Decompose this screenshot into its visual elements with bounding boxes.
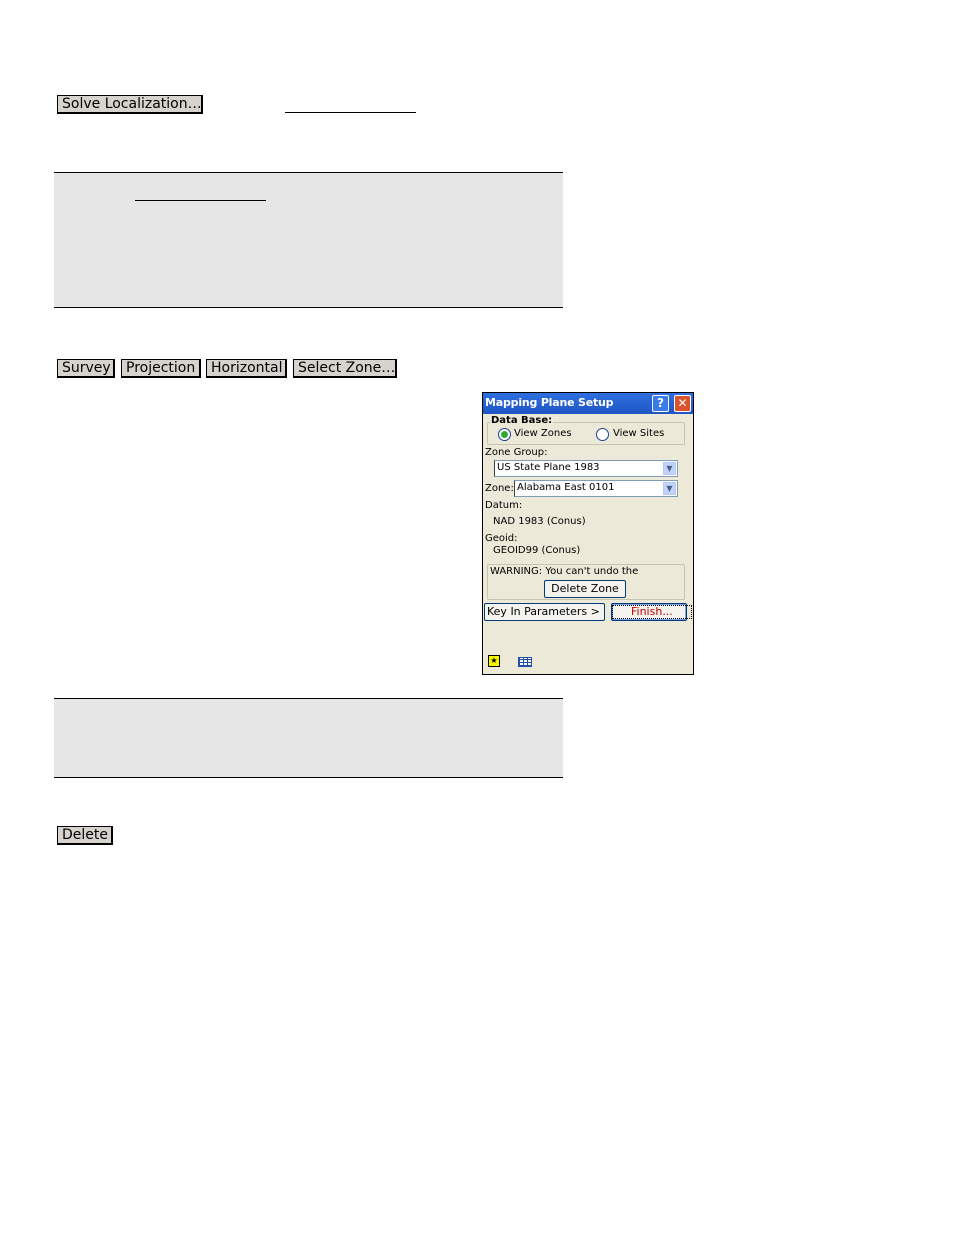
projection-button[interactable]: Projection: [121, 359, 201, 378]
view-zones-label: View Zones: [514, 428, 572, 439]
solve-localization-button[interactable]: Solve Localization…: [57, 95, 203, 114]
key-in-parameters-button[interactable]: Key In Parameters >: [484, 603, 605, 621]
zone-group-select[interactable]: US State Plane 1983 ▼: [494, 460, 678, 477]
datum-label: Datum:: [485, 500, 523, 511]
datum-value: NAD 1983 (Conus): [493, 516, 586, 527]
grid-icon[interactable]: [518, 657, 532, 667]
horizontal-button[interactable]: Horizontal: [206, 359, 287, 378]
warning-text: WARNING: You can't undo the: [490, 566, 639, 577]
chevron-down-icon[interactable]: ▼: [663, 462, 676, 475]
zone-select[interactable]: Alabama East 0101 ▼: [514, 480, 678, 497]
shaded-note-box: [54, 172, 563, 308]
title-bar: Mapping Plane Setup ? ✕: [483, 393, 693, 414]
window-title: Mapping Plane Setup: [485, 396, 614, 409]
blank-underline: [135, 200, 266, 201]
geoid-label: Geoid:: [485, 533, 518, 544]
view-sites-label: View Sites: [613, 428, 665, 439]
survey-button[interactable]: Survey: [57, 359, 115, 378]
select-zone-button[interactable]: Select Zone…: [293, 359, 397, 378]
delete-button[interactable]: Delete: [57, 826, 113, 845]
zone-group-label: Zone Group:: [485, 447, 548, 458]
finish-button[interactable]: Finish...: [611, 603, 692, 621]
data-base-label: Data Base:: [490, 415, 554, 426]
help-button[interactable]: ?: [652, 395, 669, 412]
finish-label: Finish...: [612, 605, 692, 619]
view-sites-radio[interactable]: [596, 428, 609, 441]
zone-group-value: US State Plane 1983: [497, 462, 600, 473]
radio-selected-dot: [501, 431, 508, 438]
keyboard-sip-icon[interactable]: ★: [488, 655, 500, 667]
zone-value: Alabama East 0101: [517, 482, 615, 493]
close-button[interactable]: ✕: [674, 395, 691, 412]
geoid-value: GEOID99 (Conus): [493, 545, 581, 556]
shaded-note-box: [54, 698, 563, 778]
mapping-plane-setup-window: Mapping Plane Setup ? ✕ Data Base: View …: [482, 392, 694, 675]
blank-underline: [285, 112, 416, 113]
zone-label: Zone:: [485, 483, 514, 494]
chevron-down-icon[interactable]: ▼: [663, 482, 676, 495]
delete-zone-button[interactable]: Delete Zone: [544, 580, 626, 598]
view-zones-radio[interactable]: [498, 428, 511, 441]
